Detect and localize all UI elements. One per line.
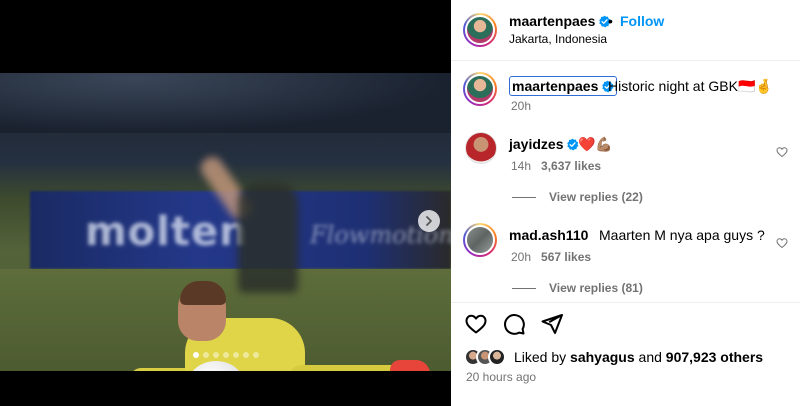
post-location[interactable]: Jakarta, Indonesia [509, 32, 607, 46]
likes-text: Liked by sahyagus and 907,923 others [514, 349, 763, 365]
likes-others-count[interactable]: 907,923 others [666, 349, 763, 365]
comment-like-heart-icon[interactable] [776, 146, 788, 158]
post-timestamp[interactable]: 20 hours ago [466, 370, 536, 384]
liker-username[interactable]: sahyagus [570, 349, 635, 365]
view-replies-button[interactable]: View replies (81) [549, 281, 643, 295]
likes-prefix: Liked by [514, 349, 567, 365]
comment-text: Maarten M nya apa guys ? [599, 227, 765, 243]
comment-meta: 14h 3,637 likes [511, 159, 601, 173]
carousel-dot [242, 352, 249, 358]
next-image-button[interactable] [418, 210, 440, 232]
caption-author-username[interactable]: maartenpaes [512, 78, 598, 94]
follow-button[interactable]: Follow [620, 13, 664, 29]
ad-brand-text: molten [85, 209, 249, 255]
carousel-indicator [0, 352, 451, 358]
carousel-dot [202, 352, 209, 358]
comment-username-link[interactable]: jayidzes [509, 136, 579, 152]
carousel-dot [192, 352, 199, 358]
caption-timestamp[interactable]: 20h [511, 99, 531, 113]
header-divider [451, 60, 800, 61]
comment-avatar[interactable] [463, 223, 497, 257]
post-actions [464, 312, 564, 336]
comment-text: ❤️💪🏽 [578, 136, 613, 152]
liker-avatar [488, 348, 506, 366]
caption-author-link[interactable]: maartenpaes [509, 76, 618, 96]
carousel-dot [252, 352, 259, 358]
post-media: molten Flowmotion [0, 0, 451, 406]
chevron-right-icon [426, 216, 432, 226]
view-replies-button[interactable]: View replies (22) [549, 190, 643, 204]
post-photo[interactable]: molten Flowmotion [0, 73, 451, 371]
author-username-link[interactable]: maartenpaes [509, 13, 611, 29]
author-avatar[interactable] [463, 13, 497, 47]
carousel-dot [232, 352, 239, 358]
stadium-background [0, 73, 451, 133]
comment-username[interactable]: mad.ash110 [509, 227, 588, 243]
comment-like-heart-icon[interactable] [776, 237, 788, 249]
view-replies-line [512, 197, 536, 198]
actions-divider [451, 302, 800, 303]
comment-avatar[interactable] [465, 132, 497, 164]
keeper-hair [180, 281, 226, 305]
keeper-boot-right [390, 360, 430, 371]
comment-bubble-icon[interactable] [502, 312, 526, 336]
background-player [238, 183, 298, 293]
caption-text: Historic night at GBK🇮🇩🤞 [608, 78, 773, 94]
caption-author-avatar[interactable] [463, 72, 497, 106]
view-replies-line [512, 288, 536, 289]
comment-meta: 20h 567 likes [511, 250, 591, 264]
likes-summary: Liked by sahyagus and 907,923 others [464, 348, 763, 366]
likes-conjunction: and [638, 349, 662, 365]
share-send-icon[interactable] [540, 312, 564, 336]
comment-timestamp[interactable]: 20h [511, 250, 531, 264]
comment-like-count[interactable]: 3,637 likes [541, 159, 601, 173]
comment-like-count[interactable]: 567 likes [541, 250, 591, 264]
liker-avatars[interactable] [464, 348, 506, 366]
comment-timestamp[interactable]: 14h [511, 159, 531, 173]
carousel-dot [212, 352, 219, 358]
author-username[interactable]: maartenpaes [509, 13, 595, 29]
like-heart-icon[interactable] [464, 312, 488, 336]
header-separator: • [608, 13, 613, 29]
comment-username[interactable]: jayidzes [509, 136, 563, 152]
carousel-dot [222, 352, 229, 358]
